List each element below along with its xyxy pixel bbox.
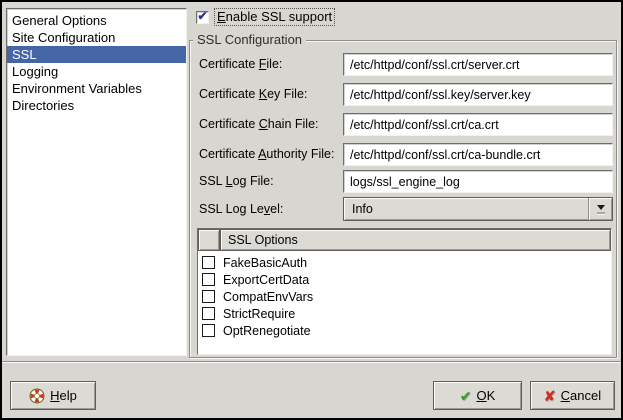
ssl-options-column-header[interactable]: SSL Options xyxy=(220,229,611,251)
certificate-key-file-label: Certificate Key File: xyxy=(199,87,307,101)
table-row-optrenegotiate[interactable]: OptRenegotiate xyxy=(198,322,611,339)
sidebar-item-ssl[interactable]: SSL xyxy=(7,46,186,63)
sidebar-item-site-configuration[interactable]: Site Configuration xyxy=(7,29,186,46)
ssl-log-level-label: SSL Log Level: xyxy=(199,202,283,216)
checkmark-icon: ✔ xyxy=(197,11,207,21)
sidebar-item-logging[interactable]: Logging xyxy=(7,63,186,80)
fakebasicauth-checkbox[interactable] xyxy=(202,256,215,269)
checkbox-column-header[interactable] xyxy=(198,229,220,251)
help-button[interactable]: Help xyxy=(10,381,96,410)
ssl-log-file-label: SSL Log File: xyxy=(199,174,274,188)
cancel-button-label: Cancel xyxy=(561,388,601,403)
lifebuoy-icon xyxy=(29,388,45,404)
frame-title: SSL Configuration xyxy=(193,32,306,47)
cancel-button[interactable]: ✘ Cancel xyxy=(530,381,615,410)
option-label: FakeBasicAuth xyxy=(223,256,307,270)
bottom-separator xyxy=(2,361,621,363)
certificate-file-label: Certificate File: xyxy=(199,57,282,71)
exportcertdata-checkbox[interactable] xyxy=(202,273,215,286)
enable-ssl-label: Enable SSL support xyxy=(214,8,335,26)
ok-button-label: OK xyxy=(476,388,495,403)
combo-arrow-bar xyxy=(597,212,605,214)
strictrequire-checkbox[interactable] xyxy=(202,307,215,320)
category-list: General Options Site Configuration SSL L… xyxy=(6,8,187,356)
enable-ssl-checkbox[interactable]: ✔ xyxy=(196,11,209,24)
table-row-compatenvvars[interactable]: CompatEnvVars xyxy=(198,288,611,305)
ssl-log-level-dropdown[interactable]: Info xyxy=(343,197,613,221)
ssl-options-table-body: FakeBasicAuth ExportCertData CompatEnvVa… xyxy=(198,251,611,339)
option-label: StrictRequire xyxy=(223,307,295,321)
option-label: ExportCertData xyxy=(223,273,309,287)
table-row-strictrequire[interactable]: StrictRequire xyxy=(198,305,611,322)
optrenegotiate-checkbox[interactable] xyxy=(202,324,215,337)
option-label: OptRenegotiate xyxy=(223,324,311,338)
sidebar-item-directories[interactable]: Directories xyxy=(7,97,186,114)
sidebar-item-general-options[interactable]: General Options xyxy=(7,12,186,29)
ssl-configuration-window: General Options Site Configuration SSL L… xyxy=(0,0,623,420)
certificate-chain-file-label: Certificate Chain File: xyxy=(199,117,319,131)
ssl-log-file-input[interactable] xyxy=(343,170,613,193)
compatenvvars-checkbox[interactable] xyxy=(202,290,215,303)
ok-button[interactable]: ✔ OK xyxy=(433,381,522,410)
ssl-options-table-header: SSL Options xyxy=(198,229,611,251)
table-row-fakebasicauth[interactable]: FakeBasicAuth xyxy=(198,254,611,271)
sidebar-item-environment-variables[interactable]: Environment Variables xyxy=(7,80,186,97)
certificate-key-file-input[interactable] xyxy=(343,83,613,106)
table-row-exportcertdata[interactable]: ExportCertData xyxy=(198,271,611,288)
certificate-authority-file-label: Certificate Authority File: xyxy=(199,147,335,161)
option-label: CompatEnvVars xyxy=(223,290,313,304)
chevron-down-icon xyxy=(597,205,605,210)
check-icon: ✔ xyxy=(460,389,472,403)
ssl-log-level-value: Info xyxy=(344,202,588,216)
enable-ssl-checkbox-row[interactable]: ✔ Enable SSL support xyxy=(196,8,335,26)
x-icon: ✘ xyxy=(544,389,556,403)
certificate-authority-file-input[interactable] xyxy=(343,143,613,166)
certificate-file-input[interactable] xyxy=(343,53,613,76)
certificate-chain-file-input[interactable] xyxy=(343,113,613,136)
ssl-options-table: SSL Options FakeBasicAuth ExportCertData… xyxy=(197,228,612,355)
combo-arrow-zone[interactable] xyxy=(588,198,612,220)
help-button-label: Help xyxy=(50,388,77,403)
